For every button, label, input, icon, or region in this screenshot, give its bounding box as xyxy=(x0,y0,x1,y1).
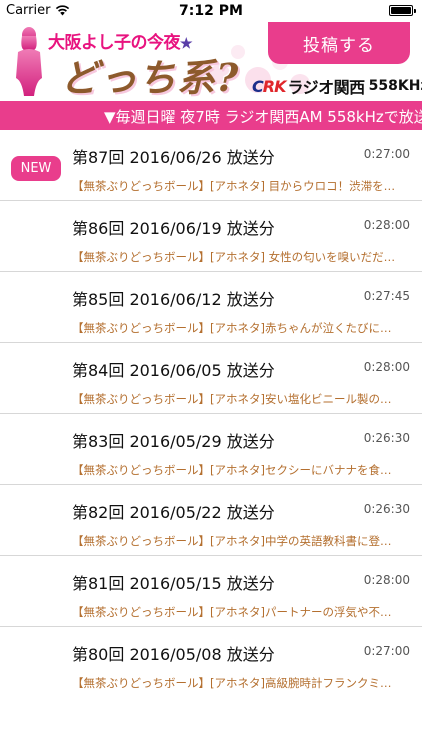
station-logo: CRK ラジオ関西 558KHz xyxy=(252,74,422,98)
episode-description: 【無茶ぶりどっちボール】[アホネタ]赤ちゃんが泣くたびに… xyxy=(72,321,392,335)
woman-silhouette-icon xyxy=(16,27,42,96)
episode-row[interactable]: 第80回 2016/05/08 放送分 0:27:00 【無茶ぶりどっちボール】… xyxy=(0,627,422,698)
episode-description: 【無茶ぶりどっちボール】[アホネタ]中学の英語教科書に登… xyxy=(72,534,392,548)
battery-icon xyxy=(389,5,416,16)
episode-duration: 0:28:00 xyxy=(363,218,410,232)
episode-description: 【無茶ぶりどっちボール】[アホネタ]高級腕時計フランクミ… xyxy=(72,676,392,690)
episode-duration: 0:28:00 xyxy=(363,360,410,374)
episode-description: 【無茶ぶりどっちボール】[アホネタ] 女性の匂いを嗅いだだ… xyxy=(72,250,396,264)
post-button[interactable]: 投稿する xyxy=(268,22,410,64)
program-title-logo: どっち系? xyxy=(60,55,240,100)
episode-duration: 0:26:30 xyxy=(363,431,410,445)
app-header: 大阪よし子の今夜★ どっち系? 投稿する CRK ラジオ関西 558KHz xyxy=(0,22,422,100)
episode-title: 第85回 2016/06/12 放送分 xyxy=(72,290,275,309)
episode-row[interactable]: NEW 第87回 2016/06/26 放送分 0:27:00 【無茶ぶりどっち… xyxy=(0,130,422,201)
status-bar: Carrier 7:12 PM xyxy=(0,0,422,22)
episode-duration: 0:27:00 xyxy=(363,644,410,658)
episode-description: 【無茶ぶりどっちボール】[アホネタ]パートナーの浮気や不… xyxy=(72,605,392,619)
episode-duration: 0:27:45 xyxy=(363,289,410,303)
episode-row[interactable]: 第82回 2016/05/22 放送分 0:26:30 【無茶ぶりどっちボール】… xyxy=(0,485,422,556)
broadcast-ticker: ▼毎週日曜 夜7時 ラジオ関西AM 558kHzで放送 xyxy=(0,101,422,130)
ticker-text: ▼毎週日曜 夜7時 ラジオ関西AM 558kHzで放送 xyxy=(104,108,422,126)
episode-duration: 0:26:30 xyxy=(363,502,410,516)
episode-description: 【無茶ぶりどっちボール】[アホネタ]セクシーにバナナを食… xyxy=(72,463,392,477)
status-time: 7:12 PM xyxy=(179,3,243,19)
episode-duration: 0:28:00 xyxy=(363,573,410,587)
episode-title: 第86回 2016/06/19 放送分 xyxy=(72,219,275,238)
station-name: ラジオ関西 xyxy=(287,78,365,97)
episode-description: 【無茶ぶりどっちボール】[アホネタ]安い塩化ビニール製の… xyxy=(72,392,392,406)
episode-row[interactable]: 第85回 2016/06/12 放送分 0:27:45 【無茶ぶりどっちボール】… xyxy=(0,272,422,343)
new-badge: NEW xyxy=(11,156,61,181)
episode-row[interactable]: 第84回 2016/06/05 放送分 0:28:00 【無茶ぶりどっちボール】… xyxy=(0,343,422,414)
episode-title: 第87回 2016/06/26 放送分 xyxy=(72,148,275,167)
episode-duration: 0:27:00 xyxy=(363,147,410,161)
episode-title: 第80回 2016/05/08 放送分 xyxy=(72,645,275,664)
episode-title: 第84回 2016/06/05 放送分 xyxy=(72,361,275,380)
station-frequency: 558KHz xyxy=(368,78,422,94)
episode-row[interactable]: 第83回 2016/05/29 放送分 0:26:30 【無茶ぶりどっちボール】… xyxy=(0,414,422,485)
episode-title: 第82回 2016/05/22 放送分 xyxy=(72,503,275,522)
episode-list: NEW 第87回 2016/06/26 放送分 0:27:00 【無茶ぶりどっち… xyxy=(0,130,422,698)
episode-title: 第81回 2016/05/15 放送分 xyxy=(72,574,275,593)
battery-fill xyxy=(391,7,411,14)
episode-title: 第83回 2016/05/29 放送分 xyxy=(72,432,275,451)
station-call-sign: CRK xyxy=(252,76,286,96)
episode-row[interactable]: 第86回 2016/06/19 放送分 0:28:00 【無茶ぶりどっちボール】… xyxy=(0,201,422,272)
episode-row[interactable]: 第81回 2016/05/15 放送分 0:28:00 【無茶ぶりどっちボール】… xyxy=(0,556,422,627)
episode-description: 【無茶ぶりどっちボール】[アホネタ] 目からウロコ！渋滞を… xyxy=(72,179,396,193)
